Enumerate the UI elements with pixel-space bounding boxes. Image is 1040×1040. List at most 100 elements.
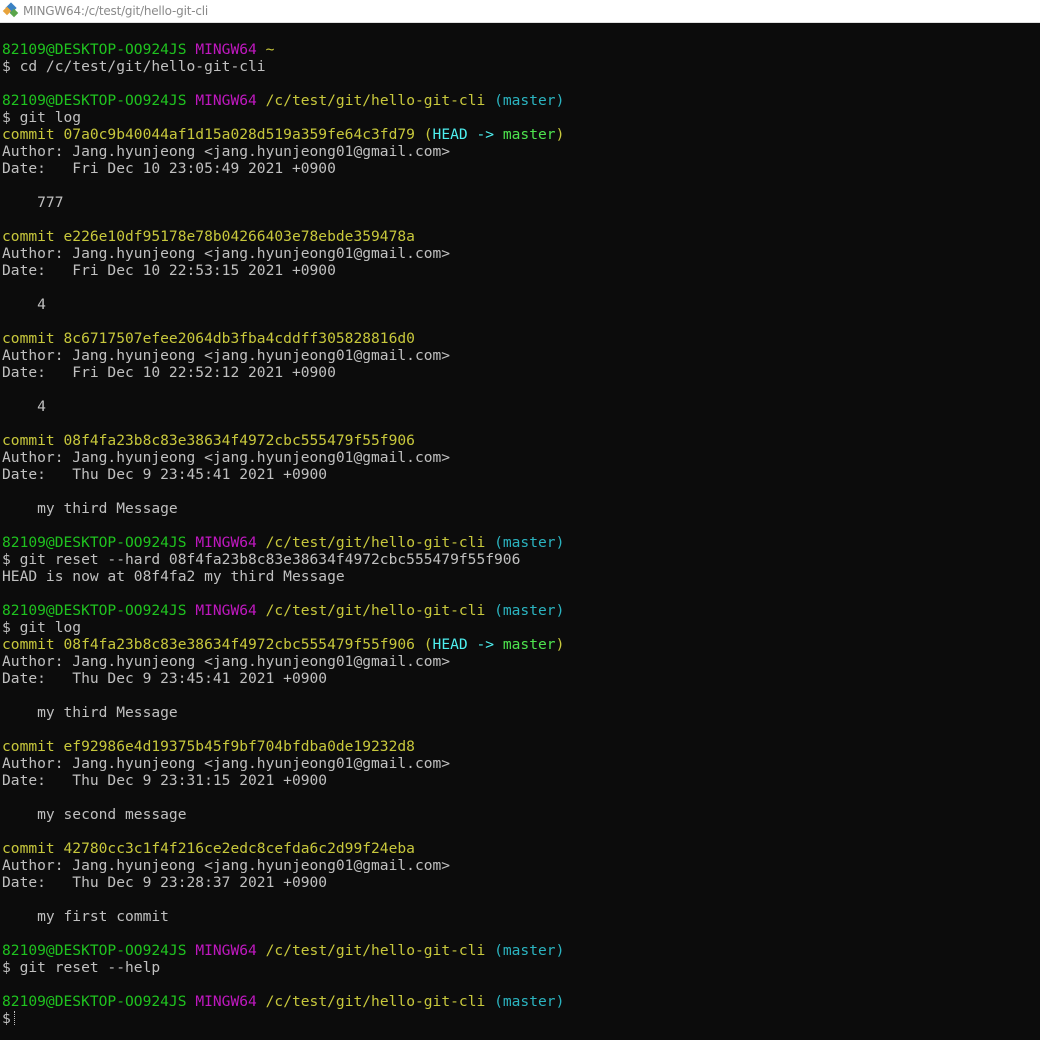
prompt-path: /c/test/git/hello-git-cli — [265, 942, 486, 959]
prompt-path: /c/test/git/hello-git-cli — [265, 534, 486, 551]
git-bash-icon — [2, 2, 19, 18]
input-prompt-symbol: $ — [2, 1010, 11, 1027]
output-line: my third Message — [2, 704, 1038, 721]
prompt-shell-name: MINGW64 — [195, 993, 257, 1010]
output-text: Date: Fri Dec 10 22:52:12 2021 +0900 — [2, 364, 336, 381]
prompt-user-host: 82109@DESKTOP-OO924JS — [2, 92, 187, 109]
prompt-branch: (master) — [494, 942, 565, 959]
output-line: Author: Jang.hyunjeong <jang.hyunjeong01… — [2, 857, 1038, 874]
output-line: Date: Thu Dec 9 23:28:37 2021 +0900 — [2, 874, 1038, 891]
ref-paren-open: ( — [423, 636, 433, 653]
output-text: Date: Thu Dec 9 23:28:37 2021 +0900 — [2, 874, 328, 891]
command-line: $ git log — [2, 109, 1038, 126]
output-line: Date: Thu Dec 9 23:45:41 2021 +0900 — [2, 670, 1038, 687]
output-line: Date: Thu Dec 9 23:31:15 2021 +0900 — [2, 772, 1038, 789]
prompt-shell-name: MINGW64 — [195, 942, 257, 959]
prompt-shell-name: MINGW64 — [195, 92, 257, 109]
output-text: Date: Fri Dec 10 22:53:15 2021 +0900 — [2, 262, 336, 279]
head-ref: HEAD -> — [432, 636, 503, 653]
output-text: 4 — [2, 296, 46, 313]
output-line: my first commit — [2, 908, 1038, 925]
output-text: Author: Jang.hyunjeong <jang.hyunjeong01… — [2, 143, 451, 160]
terminal-output[interactable]: 82109@DESKTOP-OO924JS MINGW64 ~ $ cd /c/t… — [2, 41, 1038, 1036]
output-text: Date: Thu Dec 9 23:45:41 2021 +0900 — [2, 466, 328, 483]
command-text: $ git log — [2, 109, 82, 126]
prompt-shell-name: MINGW64 — [195, 534, 257, 551]
prompt-user-host: 82109@DESKTOP-OO924JS — [2, 602, 187, 619]
commit-line: commit e226e10df95178e78b04266403e78ebde… — [2, 228, 1038, 245]
command-line: $ git log — [2, 619, 1038, 636]
commit-line: commit 08f4fa23b8c83e38634f4972cbc555479… — [2, 432, 1038, 449]
output-text: 777 — [2, 194, 64, 211]
prompt-branch: (master) — [494, 92, 565, 109]
output-line: 4 — [2, 398, 1038, 415]
commit-hash: commit 07a0c9b40044af1d15a028d519a359fe6… — [2, 126, 415, 143]
commit-hash: commit 08f4fa23b8c83e38634f4972cbc555479… — [2, 432, 415, 449]
output-line: 777 — [2, 194, 1038, 211]
commit-hash: commit ef92986e4d19375b45f9bf704bfdba0de… — [2, 738, 415, 755]
text-cursor — [13, 1011, 16, 1025]
title-bar[interactable]: MINGW64:/c/test/git/hello-git-cli — [0, 0, 1040, 23]
prompt-line: 82109@DESKTOP-OO924JS MINGW64 ~ — [2, 41, 1038, 58]
output-line: my second message — [2, 806, 1038, 823]
output-text: Author: Jang.hyunjeong <jang.hyunjeong01… — [2, 653, 451, 670]
command-line: $ git reset --help — [2, 959, 1038, 976]
output-text: Date: Fri Dec 10 23:05:49 2021 +0900 — [2, 160, 336, 177]
output-line: Date: Thu Dec 9 23:45:41 2021 +0900 — [2, 466, 1038, 483]
output-line: Author: Jang.hyunjeong <jang.hyunjeong01… — [2, 347, 1038, 364]
output-text: Date: Thu Dec 9 23:31:15 2021 +0900 — [2, 772, 328, 789]
ref-paren-close: ) — [555, 126, 565, 143]
output-text: Author: Jang.hyunjeong <jang.hyunjeong01… — [2, 347, 451, 364]
output-line: Author: Jang.hyunjeong <jang.hyunjeong01… — [2, 449, 1038, 466]
output-text: HEAD is now at 08f4fa2 my third Message — [2, 568, 345, 585]
prompt-path: /c/test/git/hello-git-cli — [265, 993, 486, 1010]
output-text: Date: Thu Dec 9 23:45:41 2021 +0900 — [2, 670, 328, 687]
commit-hash: commit 08f4fa23b8c83e38634f4972cbc555479… — [2, 636, 415, 653]
output-text: my third Message — [2, 704, 178, 721]
input-line[interactable]: $ — [2, 1010, 1038, 1027]
prompt-line: 82109@DESKTOP-OO924JS MINGW64 /c/test/gi… — [2, 92, 1038, 109]
ref-paren-open: ( — [423, 126, 433, 143]
commit-hash: commit 42780cc3c1f4f216ce2edc8cefda6c2d9… — [2, 840, 415, 857]
output-line: 4 — [2, 296, 1038, 313]
prompt-user-host: 82109@DESKTOP-OO924JS — [2, 534, 187, 551]
output-text: Author: Jang.hyunjeong <jang.hyunjeong01… — [2, 449, 451, 466]
commit-hash: commit e226e10df95178e78b04266403e78ebde… — [2, 228, 415, 245]
prompt-shell-name: MINGW64 — [195, 602, 257, 619]
output-text: my third Message — [2, 500, 178, 517]
output-line: Author: Jang.hyunjeong <jang.hyunjeong01… — [2, 143, 1038, 160]
output-line: HEAD is now at 08f4fa2 my third Message — [2, 568, 1038, 585]
prompt-shell-name: MINGW64 — [195, 41, 257, 58]
prompt-user-host: 82109@DESKTOP-OO924JS — [2, 993, 187, 1010]
output-line: Author: Jang.hyunjeong <jang.hyunjeong01… — [2, 245, 1038, 262]
commit-line: commit 42780cc3c1f4f216ce2edc8cefda6c2d9… — [2, 840, 1038, 857]
command-line: $ git reset --hard 08f4fa23b8c83e38634f4… — [2, 551, 1038, 568]
prompt-line: 82109@DESKTOP-OO924JS MINGW64 /c/test/gi… — [2, 534, 1038, 551]
prompt-path: /c/test/git/hello-git-cli — [265, 602, 486, 619]
command-text: $ cd /c/test/git/hello-git-cli — [2, 58, 266, 75]
output-text: my second message — [2, 806, 187, 823]
output-line: Author: Jang.hyunjeong <jang.hyunjeong01… — [2, 755, 1038, 772]
output-text: Author: Jang.hyunjeong <jang.hyunjeong01… — [2, 857, 451, 874]
head-ref: HEAD -> — [432, 126, 503, 143]
output-line: Date: Fri Dec 10 23:05:49 2021 +0900 — [2, 160, 1038, 177]
prompt-user-host: 82109@DESKTOP-OO924JS — [2, 41, 187, 58]
command-text: $ git reset --hard 08f4fa23b8c83e38634f4… — [2, 551, 521, 568]
commit-hash: commit 8c6717507efee2064db3fba4cddff3058… — [2, 330, 415, 347]
prompt-branch: (master) — [494, 534, 565, 551]
prompt-branch: (master) — [494, 602, 565, 619]
branch-ref: master — [502, 636, 556, 653]
